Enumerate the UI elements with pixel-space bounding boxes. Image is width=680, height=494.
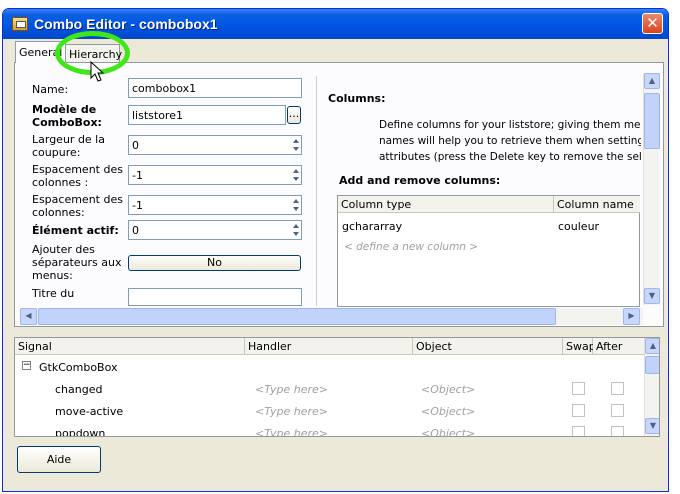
swap-checkbox[interactable]: [572, 404, 585, 417]
name-input[interactable]: combobox1: [128, 78, 302, 98]
mouse-cursor-icon: [90, 61, 105, 82]
close-button[interactable]: ✕: [642, 13, 663, 34]
after-checkbox[interactable]: [611, 382, 624, 395]
table-row[interactable]: move-active <Type here> <Object>: [15, 401, 645, 423]
columns-table: Column type Column name gchararray coule…: [337, 195, 640, 307]
signal-group-row[interactable]: − GtkComboBox: [15, 357, 645, 379]
column-name-header[interactable]: Column name: [554, 196, 640, 213]
name-label: Name:: [32, 83, 69, 96]
row-spacing-input[interactable]: -1: [128, 195, 302, 215]
signal-name: changed: [55, 383, 103, 396]
separators-label: Ajouter des séparateurs aux menus:: [32, 243, 122, 282]
after-checkbox[interactable]: [611, 426, 624, 436]
description-line: attributes (press the Delete key to remo…: [379, 151, 641, 163]
swap-header[interactable]: Swap: [563, 338, 596, 355]
column-spacing-spin-icon[interactable]: [291, 167, 301, 183]
scroll-down-icon: ▼: [649, 421, 657, 430]
scroll-left-button[interactable]: ◀: [20, 308, 37, 325]
scroll-right-icon: ▶: [628, 311, 635, 320]
close-icon: ✕: [646, 14, 659, 32]
tab-general[interactable]: General: [15, 41, 66, 63]
panel-horizontal-scrollbar[interactable]: ◀ ▶: [20, 308, 643, 325]
panel-vertical-scrollbar[interactable]: ▲ ▼: [643, 73, 660, 305]
model-browse-button[interactable]: ...: [287, 106, 301, 124]
columns-description: Define columns for your liststore; givin…: [379, 117, 641, 165]
active-item-label: Élément actif:: [32, 224, 119, 237]
column-type-header[interactable]: Column type: [338, 196, 554, 213]
wrap-width-label: Largeur de la coupure:: [32, 133, 105, 159]
after-checkbox[interactable]: [611, 404, 624, 417]
new-column-placeholder[interactable]: < define a new column >: [344, 241, 478, 253]
window-title: Combo Editor - combobox1: [34, 16, 218, 32]
column-spacing-label: Espacement des colonnes :: [32, 163, 123, 189]
scroll-down-button[interactable]: ▼: [644, 288, 660, 304]
model-input[interactable]: liststore1: [128, 105, 286, 125]
row-spacing-label: Espacement des colonnes:: [32, 193, 123, 219]
scroll-up-icon: ▲: [649, 341, 657, 350]
handler-header[interactable]: Handler: [245, 338, 413, 355]
signal-name: move-active: [55, 405, 124, 418]
help-button[interactable]: Aide: [17, 446, 101, 473]
column-type-cell[interactable]: gchararray: [342, 220, 402, 233]
title-input[interactable]: [128, 288, 302, 306]
column-spacing-input[interactable]: -1: [128, 165, 302, 185]
table-row[interactable]: gchararray couleur: [338, 216, 638, 236]
title-bar[interactable]: Combo Editor - combobox1 ✕: [3, 9, 668, 39]
description-line: Define columns for your liststore; givin…: [379, 119, 641, 131]
horizontal-scrollbar-thumb[interactable]: [38, 308, 556, 325]
object-header[interactable]: Object: [413, 338, 563, 355]
collapse-icon[interactable]: −: [22, 361, 31, 370]
description-line: names will help you to retrieve them whe…: [379, 135, 641, 147]
scrollbar-thumb[interactable]: [644, 93, 660, 149]
row-spacing-spin-icon[interactable]: [291, 197, 301, 213]
title-label: Titre du: [32, 287, 75, 300]
model-label: Modèle de ComboBox:: [32, 103, 102, 129]
swap-checkbox[interactable]: [572, 426, 585, 436]
handler-cell[interactable]: <Type here>: [255, 427, 328, 436]
object-cell[interactable]: <Object>: [421, 427, 475, 436]
tab-hierarchy-label: Hierarchy: [69, 48, 123, 61]
separators-toggle-button[interactable]: No: [128, 255, 301, 271]
handler-cell[interactable]: <Type here>: [255, 383, 328, 396]
object-cell[interactable]: <Object>: [421, 383, 475, 396]
tab-general-label: General: [19, 46, 63, 59]
signal-group-label: GtkComboBox: [39, 361, 118, 374]
scroll-down-icon: ▼: [648, 291, 656, 300]
scroll-right-button[interactable]: ▶: [623, 308, 640, 325]
columns-title: Columns:: [328, 92, 386, 105]
swap-checkbox[interactable]: [572, 382, 585, 395]
after-header[interactable]: After: [593, 338, 645, 355]
signals-table: Signal Handler Object Swap After − GtkCo…: [14, 337, 660, 437]
object-cell[interactable]: <Object>: [421, 405, 475, 418]
signals-vertical-scrollbar[interactable]: ▲ ▼: [644, 338, 659, 436]
panel-divider[interactable]: [316, 76, 317, 306]
wrap-width-spin-icon[interactable]: [291, 137, 301, 153]
table-row[interactable]: changed <Type here> <Object>: [15, 379, 645, 401]
table-row[interactable]: popdown <Type here> <Object>: [15, 423, 645, 437]
column-name-cell[interactable]: couleur: [558, 220, 599, 233]
active-item-spin-icon[interactable]: [291, 222, 301, 238]
scroll-up-icon: ▲: [648, 76, 656, 85]
scroll-left-icon: ◀: [25, 311, 32, 320]
active-item-input[interactable]: 0: [128, 220, 302, 240]
signals-scroll-up-button[interactable]: ▲: [645, 338, 659, 354]
signals-scroll-down-button[interactable]: ▼: [645, 418, 659, 434]
signal-name: popdown: [55, 427, 106, 437]
app-icon: [12, 17, 28, 31]
wrap-width-input[interactable]: 0: [128, 135, 302, 155]
signals-scrollbar-thumb[interactable]: [645, 356, 659, 374]
add-remove-columns-title: Add and remove columns:: [339, 174, 501, 187]
signal-header[interactable]: Signal: [15, 338, 245, 355]
handler-cell[interactable]: <Type here>: [255, 405, 328, 418]
scroll-up-button[interactable]: ▲: [644, 73, 660, 89]
